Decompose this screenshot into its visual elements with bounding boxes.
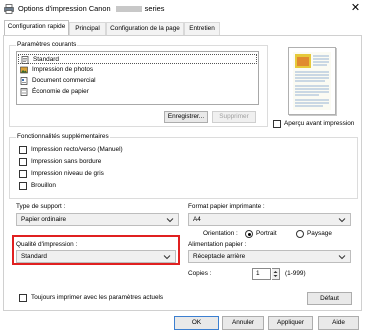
current-settings-label: Paramètres courants (16, 41, 78, 48)
business-doc-icon (20, 77, 28, 85)
paper-size-select[interactable]: A4 (188, 213, 351, 226)
radio-selected-dot (247, 232, 251, 236)
copies-stepper[interactable] (272, 268, 280, 280)
copies-label: Copies : (188, 270, 212, 277)
copies-input[interactable]: 1 (252, 268, 271, 280)
draft-label: Brouillon (31, 182, 56, 189)
apply-button[interactable]: Appliquer (268, 316, 313, 330)
close-icon: ✕ (350, 2, 361, 14)
list-item-label: Économie de papier (32, 88, 89, 95)
paper-size-label: Format papier imprimante : (188, 203, 265, 210)
masked-model-name (115, 6, 142, 13)
list-item[interactable]: Standard (18, 54, 257, 64)
window-title: Options d'impression Canon series (18, 4, 165, 13)
list-item[interactable]: Document commercial (18, 76, 257, 86)
list-item-label: Document commercial (32, 77, 96, 84)
borderless-label: Impression sans bordure (31, 158, 102, 165)
extra-features-label: Fonctionnalités supplémentaires (16, 133, 110, 140)
paper-size-value: A4 (193, 216, 201, 223)
landscape-radio[interactable] (296, 230, 304, 238)
list-item-label: Impression de photos (32, 66, 94, 73)
media-type-label: Type de support : (16, 203, 66, 210)
tab-principal[interactable]: Principal (69, 22, 106, 35)
cancel-button[interactable]: Annuler (222, 316, 264, 330)
borderless-checkbox[interactable] (19, 158, 27, 166)
paper-source-select[interactable]: Réceptacle arrière (188, 250, 351, 263)
always-print-label: Toujours imprimer avec les paramètres ac… (31, 294, 164, 301)
page-preview-image (293, 52, 331, 110)
portrait-label: Portrait (256, 230, 277, 237)
list-item[interactable]: Impression de photos (18, 65, 257, 75)
chevron-down-icon (338, 255, 346, 260)
copies-range: (1-999) (285, 270, 306, 277)
portrait-radio[interactable] (245, 230, 253, 238)
save-button[interactable]: Enregistrer... (164, 111, 208, 123)
chevron-down-icon (163, 255, 171, 260)
duplex-checkbox[interactable] (19, 146, 27, 154)
close-button[interactable]: ✕ (349, 2, 362, 15)
photo-icon (20, 66, 28, 74)
page-preview (288, 47, 336, 115)
standard-doc-icon (21, 56, 29, 64)
preview-checkbox[interactable] (273, 120, 281, 128)
print-quality-value: Standard (21, 253, 47, 260)
draft-checkbox[interactable] (19, 182, 27, 190)
list-item-label: Standard (33, 56, 59, 63)
grayscale-checkbox[interactable] (19, 170, 27, 178)
tab-entretien[interactable]: Entretien (184, 22, 220, 35)
tab-configuration-page[interactable]: Configuration de la page (106, 22, 184, 35)
list-item[interactable]: Économie de papier (18, 87, 257, 97)
title-bar: Options d'impression Canon series ✕ (0, 0, 365, 18)
grayscale-label: Impression niveau de gris (31, 170, 104, 177)
always-print-checkbox[interactable] (19, 294, 27, 302)
delete-button[interactable]: Supprimer (212, 111, 256, 123)
settings-list[interactable]: Standard Impression de photos Document c… (16, 51, 259, 105)
tab-configuration-rapide[interactable]: Configuration rapide (4, 20, 69, 36)
preview-checkbox-label: Aperçu avant impression (284, 120, 355, 127)
stepper-arrows-icon (273, 271, 278, 277)
default-button[interactable]: Défaut (307, 292, 352, 305)
paper-source-value: Réceptacle arrière (193, 253, 246, 260)
duplex-label: Impression recto/verso (Manuel) (31, 146, 123, 153)
chevron-down-icon (166, 218, 174, 223)
orientation-label: Orientation : (203, 230, 238, 237)
print-quality-label: Qualité d'impression : (16, 241, 78, 248)
media-type-value: Papier ordinaire (21, 216, 67, 223)
paper-saving-icon (20, 88, 28, 96)
printer-icon (4, 4, 14, 14)
ok-button[interactable]: OK (174, 316, 219, 330)
copies-value: 1 (256, 270, 260, 277)
help-button[interactable]: Aide (318, 316, 359, 330)
media-type-select[interactable]: Papier ordinaire (16, 213, 179, 226)
chevron-down-icon (338, 218, 346, 223)
landscape-label: Paysage (307, 230, 332, 237)
print-quality-select[interactable]: Standard (16, 250, 176, 263)
paper-source-label: Alimentation papier : (188, 241, 247, 248)
